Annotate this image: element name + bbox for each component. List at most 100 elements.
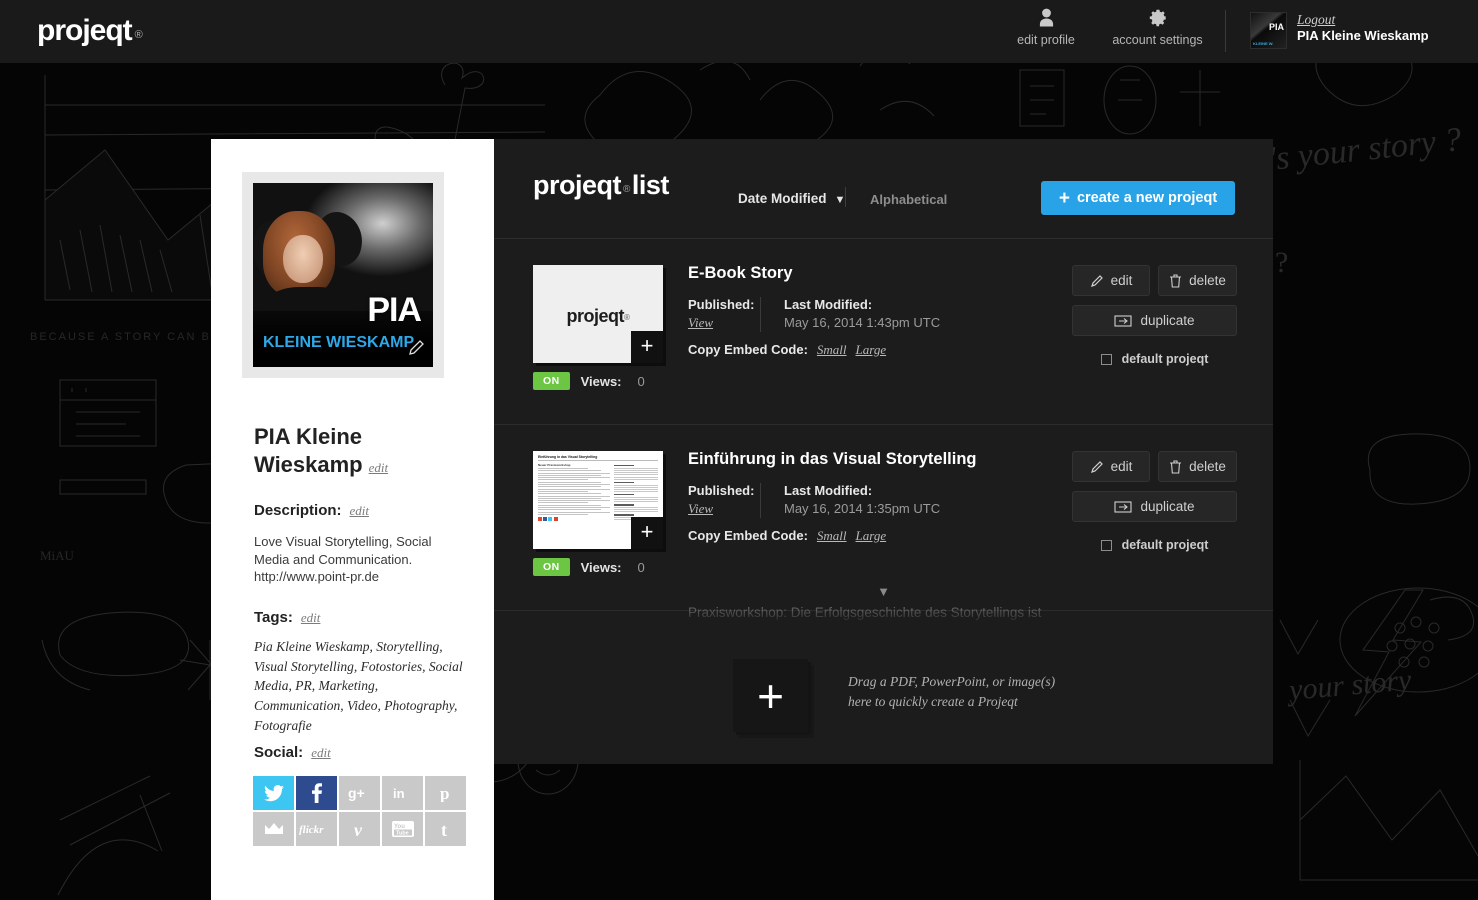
page-title-brand: projeqt (533, 170, 622, 200)
expand-chevron-down-icon[interactable]: ▼ (877, 584, 890, 599)
duplicate-icon (1114, 500, 1133, 513)
flickr-icon[interactable]: flickr (296, 812, 337, 846)
projeqt-row: projeqt® + ON Views: 0 E-Book Story Publ… (494, 239, 1273, 425)
youtube-icon[interactable]: You Tube (382, 812, 423, 846)
header-divider (1225, 10, 1226, 52)
thumbnail-document-title: Einführung in das Visual Storytelling (538, 455, 658, 461)
description-edit-link[interactable]: edit (350, 503, 370, 518)
drag-drop-zone[interactable]: + Drag a PDF, PowerPoint, or image(s) he… (533, 641, 1234, 751)
list-header: projeqt ®list Date Modified ▼ Alphabetical… (494, 139, 1273, 239)
social-label: Social: (254, 744, 304, 761)
drop-instructions: Drag a PDF, PowerPoint, or image(s) here… (848, 672, 1055, 713)
views-count: 0 (637, 373, 645, 389)
pinterest-icon[interactable]: p (425, 776, 466, 810)
checkbox-icon[interactable] (1100, 539, 1112, 551)
checkbox-icon[interactable] (1100, 353, 1112, 365)
embed-small-link[interactable]: Small (817, 342, 847, 358)
projeqt-title[interactable]: Einführung in das Visual Storytelling (688, 450, 976, 469)
last-modified-block: Last Modified: May 16, 2014 1:35pm UTC (784, 483, 940, 518)
profile-name-edit-link[interactable]: edit (369, 460, 389, 475)
status-row: ON Views: 0 (533, 558, 645, 576)
create-button-label: create a new projeqt (1076, 190, 1218, 206)
linkedin-icon[interactable]: in (382, 776, 423, 810)
duplicate-button-label: duplicate (1140, 499, 1195, 514)
profile-sidebar: PIA KLEINE WIESKAMP PIA Kleine Wieskamp e… (211, 139, 494, 900)
trash-icon (1170, 459, 1182, 474)
default-projeqt-checkbox-row[interactable]: default projeqt (1072, 352, 1237, 366)
default-projeqt-checkbox-row[interactable]: default projeqt (1072, 538, 1237, 552)
embed-large-link[interactable]: Large (856, 528, 887, 544)
embed-row: Copy Embed Code: Small Large (688, 528, 886, 544)
projeqt-title[interactable]: E-Book Story (688, 264, 793, 283)
thumbnail-document-columns: Neuer Praxisworkshop (538, 463, 658, 522)
status-toggle[interactable]: ON (533, 558, 570, 576)
delete-button-label: delete (1189, 273, 1226, 288)
svg-text:MiAU: MiAU (40, 548, 75, 563)
photo-subname: KLEINE WIESKAMP (263, 334, 415, 351)
view-link[interactable]: View (688, 315, 713, 331)
edit-button[interactable]: edit (1072, 451, 1150, 482)
row-actions: edit delete duplicate default projeqt (1072, 265, 1237, 366)
default-projeqt-label: default projeqt (1121, 538, 1209, 552)
view-link[interactable]: View (688, 501, 713, 517)
duplicate-button[interactable]: duplicate (1072, 305, 1237, 336)
top-header-bar: projeqt ® edit profile account settings P… (0, 0, 1478, 63)
drop-inner: + Drag a PDF, PowerPoint, or image(s) he… (533, 641, 1234, 751)
svg-text:You: You (394, 824, 405, 830)
svg-text:?: ? (1275, 246, 1288, 279)
avatar[interactable]: PIA KLEINE W. (1250, 12, 1287, 49)
pencil-icon (1090, 274, 1103, 287)
create-new-projeqt-button[interactable]: + create a new projeqt (1041, 181, 1235, 215)
embed-small-link[interactable]: Small (817, 528, 847, 544)
status-toggle[interactable]: ON (533, 372, 570, 390)
sort-date-modified[interactable]: Date Modified ▼ (738, 191, 845, 206)
vimeo-icon[interactable]: v (339, 812, 380, 846)
edit-profile-button[interactable]: edit profile (993, 8, 1099, 47)
edit-button[interactable]: edit (1072, 265, 1150, 296)
thumbnail-wrapper: projeqt® + (533, 265, 663, 363)
app-logo[interactable]: projeqt ® (37, 14, 143, 48)
thumbnail-add-icon[interactable]: + (631, 331, 663, 363)
sort-date-label: Date Modified (738, 191, 827, 206)
plus-icon: + (1058, 187, 1070, 209)
facebook-icon[interactable] (296, 776, 337, 810)
gear-icon (1098, 8, 1217, 30)
description-label-row: Description: edit (254, 502, 369, 519)
thumbnail-add-icon[interactable]: + (631, 517, 663, 549)
meta-divider (760, 483, 761, 518)
photo-face (283, 235, 323, 283)
svg-text:'s your story ?: 's your story ? (1267, 121, 1463, 178)
svg-text:flickr: flickr (299, 824, 324, 835)
sort-alphabetical[interactable]: Alphabetical (870, 192, 947, 207)
account-settings-button[interactable]: account settings (1098, 8, 1217, 47)
projeqt-thumbnail[interactable]: Einführung in das Visual Storytelling Ne… (533, 451, 663, 549)
trash-icon (1170, 273, 1182, 288)
views-label: Views: (580, 559, 622, 575)
published-label: Published: (688, 297, 755, 312)
photo-edit-pencil-icon[interactable] (407, 339, 425, 357)
profile-photo[interactable]: PIA KLEINE WIESKAMP (253, 183, 433, 367)
social-edit-link[interactable]: edit (311, 745, 331, 760)
svg-text:Tube: Tube (396, 831, 409, 837)
duplicate-button[interactable]: duplicate (1072, 491, 1237, 522)
projeqt-thumbnail[interactable]: projeqt® + (533, 265, 663, 363)
drop-plus-box[interactable]: + (733, 659, 808, 732)
published-block: Published: View (688, 297, 760, 332)
status-row: ON Views: 0 (533, 372, 645, 390)
embed-label: Copy Embed Code: (688, 342, 808, 357)
logout-link[interactable]: Logout (1297, 12, 1335, 28)
embed-large-link[interactable]: Large (856, 342, 887, 358)
drop-instructions-line2: here to quickly create a Projeqt (848, 694, 1018, 710)
tags-edit-link[interactable]: edit (301, 610, 321, 625)
avatar-subname-overlay: KLEINE W. (1253, 41, 1274, 46)
twitter-icon[interactable] (253, 776, 294, 810)
meta-row: Published: View Last Modified: May 16, 2… (688, 483, 940, 518)
thumbnail-document-subtitle: Neuer Praxisworkshop (538, 463, 571, 467)
googleplus-icon[interactable]: g+ (339, 776, 380, 810)
page-title-suffix: list (631, 170, 670, 200)
tumblr-icon[interactable]: t (425, 812, 466, 846)
delete-button[interactable]: delete (1158, 265, 1237, 296)
header-username: PIA Kleine Wieskamp (1297, 28, 1429, 43)
foursquare-icon[interactable] (253, 812, 294, 846)
delete-button[interactable]: delete (1158, 451, 1237, 482)
